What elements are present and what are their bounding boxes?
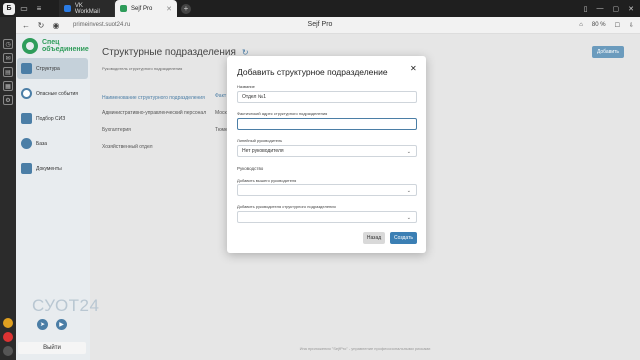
name-label: Название [237,84,255,89]
address-bar: ← ↻ ◉ primeinvest.suot24.ru Sejf Pro ⌂ 8… [0,17,640,34]
settings-icon[interactable]: ⚙ [3,95,13,105]
sejf-icon [120,5,127,12]
tab-label: VK WorkMail [74,2,100,15]
shield-icon[interactable]: ◉ [51,21,61,30]
senior-manager-label: Добавить вышего руководителя [237,178,297,183]
dept-manager-select[interactable]: ⌄ [237,211,417,223]
menu-icon[interactable]: ≡ [33,3,45,15]
left-dock: ◷ ✉ ▤ ▦ ⚙ [0,17,16,360]
reload-icon[interactable]: ↻ [36,21,46,30]
extensions-icon[interactable]: ☐ [615,22,620,29]
line-manager-label: Линейный руководитель [237,138,283,143]
dept-manager-label: Добавить руководителя структурного подра… [237,204,336,209]
bookmarks-icon[interactable]: ▯ [584,5,588,13]
chevron-down-icon: ⌄ [406,149,411,155]
clock-icon[interactable]: ◷ [3,39,13,49]
tab-sejf-pro[interactable]: Sejf Pro ✕ [115,0,177,17]
address-input[interactable] [237,118,417,130]
maximize-icon[interactable]: ▢ [613,5,620,13]
close-window-icon[interactable]: ✕ [628,5,634,13]
senior-manager-select[interactable]: ⌄ [237,184,417,196]
name-input[interactable]: Отдел №1 [237,91,417,103]
close-icon[interactable]: ✕ [410,64,417,73]
account-icon[interactable] [3,346,13,356]
line-manager-select[interactable]: Нет руководителя ⌄ [237,145,417,157]
back-button[interactable]: Назад [363,232,385,244]
calendar-icon[interactable]: ▦ [3,81,13,91]
new-tab-button[interactable]: + [181,3,191,14]
back-icon[interactable]: ← [21,21,31,30]
browser-logo-icon[interactable]: Б [3,2,15,15]
minimize-icon[interactable]: — [597,5,604,13]
browser-tab-bar: Б ▭ ≡ VK WorkMail Sejf Pro ✕ + ▯ — ▢ ✕ [0,0,640,17]
bookmark-icon[interactable]: ⌂ [579,22,583,28]
line-manager-value: Нет руководителя [242,148,284,154]
chevron-down-icon: ⌄ [406,188,411,194]
create-button[interactable]: Создать [390,232,417,244]
tab-label: Sejf Pro [131,5,153,12]
add-department-modal: Добавить структурное подразделение ✕ Наз… [227,56,426,253]
address-label: Фактический адрес структурного подраздел… [237,111,328,116]
notification-icon[interactable] [3,332,13,342]
management-section-label: Руководство [237,166,264,171]
notes-icon[interactable]: ▤ [3,67,13,77]
chevron-down-icon: ⌄ [406,215,411,221]
close-icon[interactable]: ✕ [166,5,172,13]
vk-icon [64,5,71,12]
modal-title: Добавить структурное подразделение [237,67,388,77]
download-icon[interactable]: ⇩ [629,22,634,29]
tab-vk-workmail[interactable]: VK WorkMail [59,0,115,17]
tabs-icon[interactable]: ▭ [18,3,30,15]
status-icon[interactable] [3,318,13,328]
mail-icon[interactable]: ✉ [3,53,13,63]
zoom-level[interactable]: 80 % [592,22,606,28]
url-field[interactable]: primeinvest.suot24.ru [73,22,130,28]
